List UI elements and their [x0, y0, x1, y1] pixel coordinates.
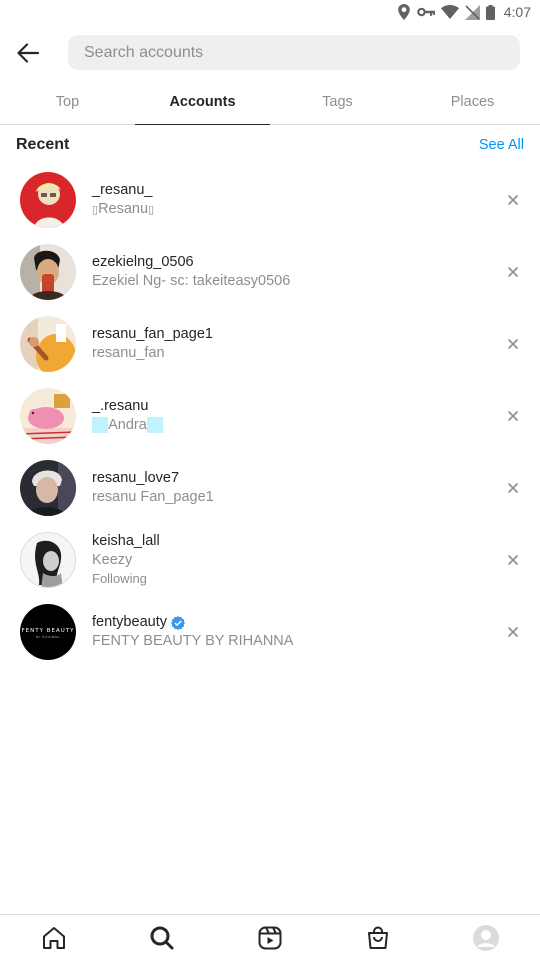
home-icon: [41, 925, 67, 951]
avatar[interactable]: [20, 244, 76, 300]
vpn-key-icon: [417, 6, 435, 18]
username: resanu_fan_page1: [92, 325, 213, 344]
account-row[interactable]: _.resanu Andra: [0, 380, 540, 452]
full-name: Andra: [92, 416, 163, 435]
search-input[interactable]: [68, 35, 520, 70]
nav-reels-button[interactable]: [216, 915, 324, 961]
see-all-link[interactable]: See All: [479, 137, 524, 153]
full-name: resanu Fan_page1: [92, 488, 214, 507]
account-row[interactable]: FENTY BEAUTY BY RIHANNA fentybeauty FENT…: [0, 596, 540, 668]
close-icon[interactable]: [506, 553, 520, 567]
following-label: Following: [92, 570, 160, 588]
recent-title: Recent: [16, 136, 69, 154]
close-icon[interactable]: [506, 193, 520, 207]
nav-search-button[interactable]: [108, 915, 216, 961]
nav-profile-button[interactable]: [432, 915, 540, 961]
account-row[interactable]: keisha_lall Keezy Following: [0, 524, 540, 596]
battery-icon: [486, 5, 495, 20]
search-icon: [149, 925, 175, 951]
back-button[interactable]: [14, 39, 42, 67]
search-header: [0, 35, 540, 71]
full-name: Keezy: [92, 551, 160, 570]
location-icon: [397, 4, 411, 20]
username: keisha_lall: [92, 532, 160, 551]
verified-badge-icon: [171, 616, 185, 630]
status-bar: 4:07: [0, 0, 540, 24]
full-name: resanu_fan: [92, 344, 213, 363]
shop-icon: [365, 925, 391, 951]
username: _resanu_: [92, 181, 152, 200]
username: fentybeauty: [92, 613, 167, 632]
avatar[interactable]: [20, 316, 76, 372]
account-row[interactable]: resanu_fan_page1 resanu_fan: [0, 308, 540, 380]
no-signal-icon: [465, 5, 480, 20]
full-name: ▯Resanu▯: [92, 200, 154, 220]
account-row[interactable]: resanu_love7 resanu Fan_page1: [0, 452, 540, 524]
username: _.resanu: [92, 397, 148, 416]
full-name: FENTY BEAUTY BY RIHANNA: [92, 632, 293, 651]
close-icon[interactable]: [506, 481, 520, 495]
tab-top[interactable]: Top: [0, 80, 135, 124]
tab-accounts[interactable]: Accounts: [135, 80, 270, 124]
tab-tags[interactable]: Tags: [270, 80, 405, 124]
tab-places[interactable]: Places: [405, 80, 540, 124]
account-row[interactable]: _resanu_ ▯Resanu▯: [0, 164, 540, 236]
close-icon[interactable]: [506, 265, 520, 279]
back-arrow-icon: [14, 39, 42, 67]
profile-icon: [472, 924, 500, 952]
avatar[interactable]: [20, 172, 76, 228]
username: ezekielng_0506: [92, 253, 194, 272]
wifi-icon: [441, 5, 459, 19]
reels-icon: [257, 925, 283, 951]
account-row[interactable]: ezekielng_0506 Ezekiel Ng- sc: takeiteas…: [0, 236, 540, 308]
nav-home-button[interactable]: [0, 915, 108, 961]
search-tabs: Top Accounts Tags Places: [0, 80, 540, 125]
recent-header: Recent See All: [16, 134, 524, 156]
close-icon[interactable]: [506, 409, 520, 423]
username: resanu_love7: [92, 469, 179, 488]
avatar[interactable]: [20, 460, 76, 516]
close-icon[interactable]: [506, 337, 520, 351]
nav-shop-button[interactable]: [324, 915, 432, 961]
recent-accounts-list: _resanu_ ▯Resanu▯ ezekielng_0506 Ezekiel…: [0, 164, 540, 668]
clock-time: 4:07: [504, 4, 531, 20]
bottom-navigation: [0, 914, 540, 960]
svg-text:BY RIHANNA: BY RIHANNA: [36, 635, 60, 639]
avatar[interactable]: FENTY BEAUTY BY RIHANNA: [20, 604, 76, 660]
avatar[interactable]: [20, 388, 76, 444]
close-icon[interactable]: [506, 625, 520, 639]
avatar[interactable]: [20, 532, 76, 588]
svg-text:FENTY BEAUTY: FENTY BEAUTY: [22, 628, 75, 634]
full-name: Ezekiel Ng- sc: takeiteasy0506: [92, 272, 290, 291]
